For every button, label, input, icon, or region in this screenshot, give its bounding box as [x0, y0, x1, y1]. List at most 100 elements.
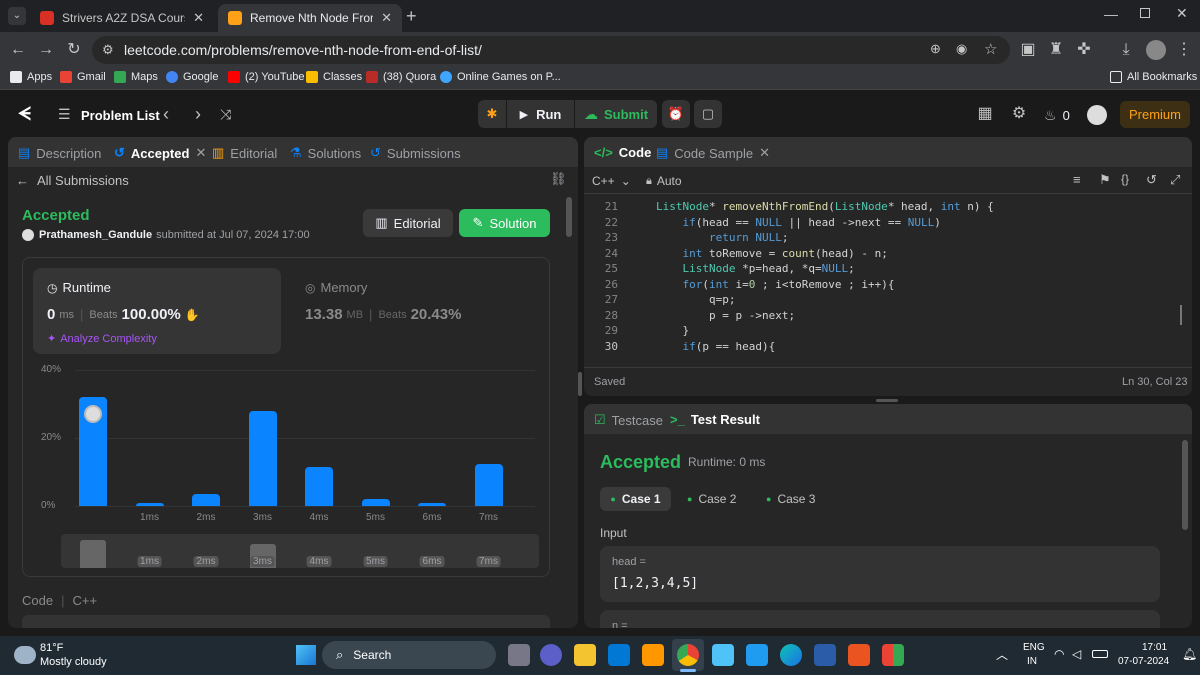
chrome-icon[interactable]	[677, 644, 699, 666]
code-line[interactable]: ListNode *p=head, *q=NULL;	[656, 262, 855, 275]
bookmark-youtube[interactable]: (2) YouTube	[228, 71, 305, 83]
new-tab-button[interactable]: +	[406, 6, 417, 27]
volume-icon[interactable]: ◁	[1072, 647, 1081, 661]
solution-button[interactable]: ✎ Solution	[459, 209, 550, 237]
start-windows-icon[interactable]	[296, 645, 316, 665]
browser-tab-strivers[interactable]: Strivers A2Z DSA Course/Sheet ✕	[30, 4, 214, 32]
tab-submissions[interactable]: ↺ Submissions	[370, 145, 461, 161]
chat-icon[interactable]	[540, 644, 562, 666]
battery-icon[interactable]	[1092, 650, 1108, 658]
code-line[interactable]: int toRemove = count(head) - n;	[656, 247, 888, 260]
editorial-button[interactable]: ▥ Editorial	[363, 209, 453, 237]
case-3-tab[interactable]: ● Case 3	[766, 487, 815, 511]
powershell-icon[interactable]	[814, 644, 836, 666]
media-icon[interactable]: ▣	[1018, 40, 1038, 60]
weather-desc[interactable]: Mostly cloudy	[40, 656, 107, 668]
code-line[interactable]: return NULL;	[656, 231, 789, 244]
vertical-resize-handle[interactable]	[578, 372, 582, 396]
mail-icon[interactable]	[608, 644, 630, 666]
bookmark-apps[interactable]: Apps	[10, 71, 52, 83]
download-icon[interactable]: ⤓	[1116, 40, 1136, 60]
debug-button[interactable]: ✱	[478, 100, 506, 128]
weather-temp[interactable]: 81°F	[40, 642, 63, 654]
bookmark-google[interactable]: Google	[166, 71, 218, 83]
sublime-icon[interactable]	[642, 644, 664, 666]
leetcode-logo-icon[interactable]: ᗕ	[18, 104, 38, 124]
next-problem-icon[interactable]: ›	[195, 104, 201, 125]
analyze-complexity-link[interactable]: ✦ Analyze Complexity	[47, 332, 157, 346]
notepad-icon[interactable]	[712, 644, 734, 666]
close-window-icon[interactable]: ✕	[1176, 5, 1188, 22]
case-2-tab[interactable]: ● Case 2	[687, 487, 736, 511]
tab-search-button[interactable]: ⌄	[8, 7, 26, 25]
auto-mode-toggle[interactable]: 🔒︎ Auto	[646, 174, 682, 188]
reset-code-icon[interactable]: ↺	[1146, 172, 1157, 188]
file-explorer-icon[interactable]	[574, 644, 596, 666]
bookmark-maps[interactable]: Maps	[114, 71, 158, 83]
tab-accepted[interactable]: ↺ Accepted ✕	[114, 145, 206, 161]
all-submissions-link[interactable]: ← All Submissions	[16, 173, 129, 188]
star-bookmark-icon[interactable]: ☆	[984, 40, 997, 58]
problem-list-icon[interactable]: ☰	[58, 106, 71, 123]
bookmark-quora[interactable]: (38) Quora	[366, 71, 436, 83]
reload-icon[interactable]: ↻	[64, 40, 84, 60]
curly-braces-icon[interactable]: {}	[1121, 172, 1129, 186]
streak-counter[interactable]: ♨ 0	[1044, 107, 1070, 124]
close-tab-icon[interactable]: ✕	[381, 10, 392, 26]
weather-cloud-icon[interactable]	[14, 646, 36, 664]
case-1-tab[interactable]: ● Case 1	[600, 487, 671, 511]
wifi-icon[interactable]: ◠	[1054, 647, 1064, 661]
eye-off-icon[interactable]: ◉	[956, 41, 967, 57]
task-view-icon[interactable]	[508, 644, 530, 666]
code-line[interactable]: }	[656, 324, 689, 337]
runtime-card[interactable]: ◷ Runtime 0 ms | Beats 100.00% ✋ ✦ Analy…	[33, 268, 281, 354]
chart-bar[interactable]	[418, 502, 446, 506]
horizontal-resize-handle[interactable]	[876, 399, 898, 402]
chart-bar[interactable]	[305, 466, 333, 506]
back-arrow-icon[interactable]: ←	[8, 40, 28, 60]
edge-icon[interactable]	[780, 644, 802, 666]
chart-bar[interactable]	[248, 410, 277, 506]
prev-problem-icon[interactable]: ‹	[163, 104, 169, 125]
tab-editorial[interactable]: ▥ Editorial	[212, 145, 277, 161]
left-panel-scrollbar[interactable]	[566, 197, 572, 237]
chart-bar[interactable]	[474, 463, 503, 506]
language-selector[interactable]: C++ ⌄	[592, 174, 631, 188]
url-text[interactable]: leetcode.com/problems/remove-nth-node-fr…	[124, 42, 482, 58]
url-omnibox[interactable]: ⚙ leetcode.com/problems/remove-nth-node-…	[92, 36, 1010, 64]
input-language[interactable]: ENG	[1023, 642, 1045, 653]
ubuntu-icon[interactable]	[848, 644, 870, 666]
user-avatar[interactable]	[1087, 105, 1107, 125]
forward-arrow-icon[interactable]: →	[36, 40, 56, 60]
submit-button[interactable]: ☁ Submit	[575, 100, 657, 128]
code-line[interactable]: q=p;	[656, 293, 736, 306]
zoom-icon[interactable]: ⊕	[930, 41, 941, 57]
tab-code[interactable]: </> Code	[594, 145, 651, 160]
timer-icon[interactable]: ⏰	[662, 100, 690, 128]
site-info-icon[interactable]: ⚙	[102, 42, 114, 58]
result-scrollbar[interactable]	[1182, 440, 1188, 530]
bookmark-gmail[interactable]: Gmail	[60, 71, 106, 83]
git-icon[interactable]	[882, 644, 904, 666]
layout-grid-icon[interactable]: ▦	[971, 100, 999, 128]
input-region[interactable]: IN	[1027, 656, 1037, 667]
close-tab-icon[interactable]: ✕	[195, 145, 206, 161]
clock-date[interactable]: 07-07-2024	[1118, 656, 1169, 667]
problem-list-link[interactable]: Problem List	[81, 108, 160, 123]
notification-bell-icon[interactable]: 🔔︎	[1182, 647, 1197, 661]
tab-description[interactable]: ▤ Description	[18, 145, 101, 161]
code-line[interactable]: if(p == head){	[656, 340, 776, 353]
profile-avatar-icon[interactable]	[1146, 40, 1166, 60]
code-line[interactable]: for(int i=0 ; i<toRemove ; i++){	[656, 278, 895, 291]
tab-code-sample[interactable]: ▤ Code Sample ✕	[656, 145, 770, 161]
clock-time[interactable]: 17:01	[1142, 642, 1167, 653]
minimize-window-icon[interactable]: —	[1104, 6, 1118, 22]
bookmark-icon[interactable]: ⚑	[1099, 172, 1111, 188]
username[interactable]: Prathamesh_Gandule	[39, 229, 152, 241]
restore-window-icon[interactable]	[1140, 8, 1150, 18]
browser-menu-icon[interactable]: ⋮	[1174, 40, 1194, 60]
settings-gear-icon[interactable]: ⚙	[1005, 100, 1033, 128]
bookmark-online-games[interactable]: Online Games on P...	[440, 71, 561, 83]
random-shuffle-icon[interactable]: ⤨	[220, 106, 231, 123]
extension-icon-1[interactable]: ♜	[1046, 40, 1066, 60]
